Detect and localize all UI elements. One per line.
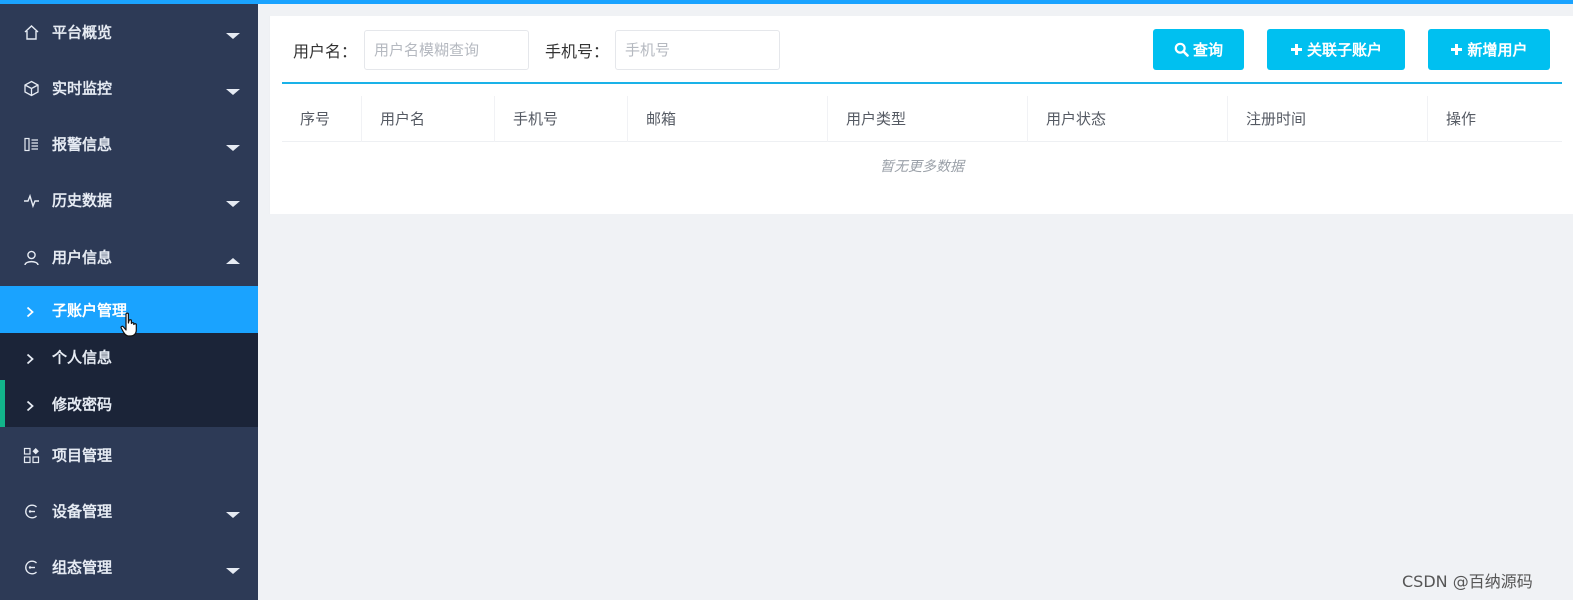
submenu-item-label: 子账户管理 xyxy=(52,301,128,319)
alarm-list-icon xyxy=(22,135,40,153)
query-button[interactable]: 查询 xyxy=(1153,29,1244,70)
caret-down-icon xyxy=(225,506,241,518)
hand-pointer-cursor-icon xyxy=(120,312,140,338)
column-header-register-time: 注册时间 xyxy=(1227,96,1427,142)
sidebar-item-label: 组态管理 xyxy=(52,558,113,577)
sidebar-item-history-data[interactable]: 历史数据 xyxy=(0,172,258,228)
config-icon xyxy=(22,558,40,576)
column-header-actions: 操作 xyxy=(1427,96,1562,142)
caret-down-icon xyxy=(225,27,241,39)
sidebar-item-user-info[interactable]: 用户信息 xyxy=(0,229,258,285)
sidebar-item-platform-overview[interactable]: 平台概览 xyxy=(0,4,258,60)
query-button-label: 查询 xyxy=(1192,41,1223,59)
column-header-index: 序号 xyxy=(300,110,331,128)
add-user-button[interactable]: 新增用户 xyxy=(1428,29,1550,70)
sidebar-item-label: 报警信息 xyxy=(52,135,113,154)
section-divider xyxy=(282,82,1562,84)
submenu-item-label: 个人信息 xyxy=(52,348,113,366)
chevron-right-icon xyxy=(24,304,36,317)
link-subaccount-button[interactable]: 关联子账户 xyxy=(1267,29,1405,70)
chevron-right-icon xyxy=(24,351,36,364)
table-empty-message: 暂无更多数据 xyxy=(880,159,964,175)
sidebar-item-label: 历史数据 xyxy=(52,191,113,210)
sidebar-item-realtime-monitor[interactable]: 实时监控 xyxy=(0,60,258,116)
plus-icon xyxy=(1451,44,1463,55)
watermark: CSDN @百纳源码 xyxy=(1402,572,1533,591)
caret-down-icon xyxy=(225,139,241,151)
column-header-user-status: 用户状态 xyxy=(1027,96,1227,142)
home-icon xyxy=(22,23,40,41)
link-subaccount-button-label: 关联子账户 xyxy=(1306,41,1382,59)
sidebar-item-label: 项目管理 xyxy=(52,446,113,465)
submenu-item-change-password[interactable]: 修改密码 xyxy=(0,380,258,427)
submenu-item-personal-info[interactable]: 个人信息 xyxy=(0,333,258,380)
column-header-username: 用户名 xyxy=(361,96,494,142)
sidebar: 平台概览 实时监控 报警信息 历史数据 用户信息 子账户管理 个人信息 修改密码… xyxy=(0,4,258,600)
sidebar-item-label: 设备管理 xyxy=(52,502,113,521)
grid-icon xyxy=(22,446,40,464)
column-header-email: 邮箱 xyxy=(627,96,827,142)
sidebar-item-config-management[interactable]: 组态管理 xyxy=(0,539,258,595)
username-search-input[interactable] xyxy=(364,30,529,70)
column-header-phone: 手机号 xyxy=(494,96,627,142)
add-user-button-label: 新增用户 xyxy=(1467,41,1528,59)
search-bar: 用户名： 手机号： 查询 关联子账户 新增用户 xyxy=(270,16,1573,83)
column-header-user-type: 用户类型 xyxy=(827,96,1027,142)
subaccount-panel: 用户名： 手机号： 查询 关联子账户 新增用户 序号 用户名 手机号 邮箱 用户… xyxy=(269,16,1573,214)
search-icon xyxy=(1174,42,1189,57)
sidebar-item-label: 用户信息 xyxy=(52,248,113,267)
user-icon xyxy=(22,248,40,266)
sidebar-item-label: 实时监控 xyxy=(52,79,113,98)
submenu-item-label: 修改密码 xyxy=(52,395,113,413)
sidebar-item-device-management[interactable]: 设备管理 xyxy=(0,483,258,539)
phone-search-input[interactable] xyxy=(615,30,780,70)
caret-down-icon xyxy=(225,83,241,95)
plus-icon xyxy=(1290,44,1302,55)
sidebar-item-alarm-info[interactable]: 报警信息 xyxy=(0,116,258,172)
table-header: 序号 用户名 手机号 邮箱 用户类型 用户状态 注册时间 操作 xyxy=(282,96,1562,142)
sidebar-item-label: 平台概览 xyxy=(52,23,113,42)
cube-icon xyxy=(22,79,40,97)
caret-down-icon xyxy=(225,195,241,207)
chevron-right-icon xyxy=(24,398,36,411)
sidebar-item-project-management[interactable]: 项目管理 xyxy=(0,427,258,483)
caret-up-icon xyxy=(225,252,241,264)
pulse-icon xyxy=(22,191,40,209)
device-icon xyxy=(22,502,40,520)
phone-label: 手机号： xyxy=(545,42,610,61)
username-label: 用户名： xyxy=(293,42,358,61)
caret-down-icon xyxy=(225,562,241,574)
